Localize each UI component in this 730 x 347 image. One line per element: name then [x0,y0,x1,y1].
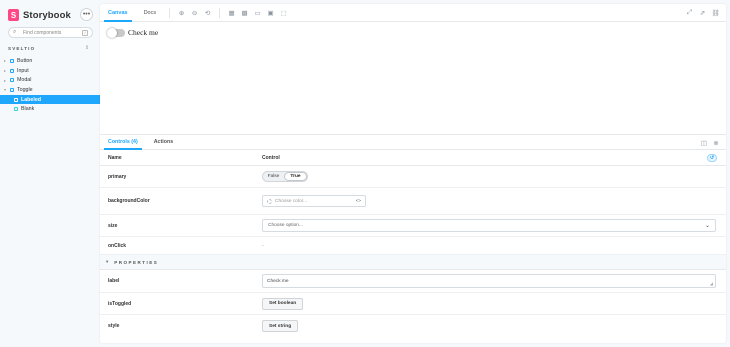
new-tab-icon[interactable]: ⇗ [698,8,708,18]
sidebar-item-button[interactable]: ▸ Button [0,56,100,66]
color-picker-input[interactable]: Choose color... <> [262,195,366,207]
sidebar-item-blank[interactable]: Blank [0,104,100,114]
toggle-knob [107,27,117,38]
toolbar-divider [169,7,171,18]
search-placeholder: Find components [23,29,62,36]
component-icon [10,58,14,63]
column-header-control: Control [262,154,280,161]
main-panel: Canvas Docs ⊕ ⊖ ⟲ ▦ ▩ ▭ ▣ ⬚ ⤢ ⇗ ⛓ Check … [100,4,726,343]
chevron-down-icon: ⌄ [704,223,710,229]
tab-controls[interactable]: Controls (4) [100,135,146,150]
story-icon [14,107,18,112]
properties-section-header[interactable]: ▾ PROPERTIES [100,255,726,270]
zoom-in-icon[interactable]: ⊕ [177,8,187,18]
control-name: label [108,278,120,284]
sidebar-item-label: Modal [17,77,32,84]
story-canvas: Check me [100,22,726,134]
story-tree: ▸ Button ▸ Input ▸ Modal ▾ Toggle Labele… [0,56,100,114]
outline-icon[interactable]: ⬚ [279,8,289,18]
shortcut-key: / [82,29,88,36]
sidebar-item-input[interactable]: ▸ Input [0,66,100,76]
tab-canvas[interactable]: Canvas [100,4,136,22]
sidebar-item-label: Blank [21,106,35,113]
column-header-name: Name [108,154,122,161]
component-icon [10,78,14,83]
table-row-size: size Choose option... ⌄ [100,215,726,237]
code-toggle-icon[interactable]: <> [356,198,361,203]
control-name: isToggled [108,300,132,307]
set-string-button[interactable]: Set string [262,320,299,332]
controls-table: Name Control ↺ primary False True backgr… [100,150,726,337]
control-name: style [108,323,120,329]
storybook-logo-icon: S [8,9,19,21]
toggle-component[interactable]: Check me [107,27,159,38]
label-text-input[interactable]: Check me ◢ [262,274,716,288]
size-select[interactable]: Choose option... ⌄ [262,219,716,232]
true-option[interactable]: True [284,172,307,181]
table-row-istoggled: isToggled Set boolean [100,293,726,315]
select-placeholder: Choose option... [268,223,303,228]
brand[interactable]: S Storybook [8,9,71,21]
close-panel-icon[interactable]: ⊗ [712,138,721,147]
section-label: SVELTIO [8,46,36,51]
image-icon[interactable]: ▣ [266,8,276,18]
control-name: primary [108,173,127,180]
viewport-icon[interactable]: ▭ [253,8,263,18]
sidebar-item-modal[interactable]: ▸ Modal [0,75,100,85]
control-value: - [262,242,264,249]
background-icon[interactable]: ▦ [227,8,237,18]
sidebar-item-label: Toggle [17,86,33,93]
toolbar-divider [219,7,221,18]
table-row-label: label Check me ◢ [100,270,726,293]
chevron-down-icon: ▾ [106,259,109,264]
toolbar-right: ⤢ ⇗ ⛓ [683,8,722,18]
control-name: size [108,222,118,229]
control-name: onClick [108,242,127,249]
panel-orientation-icon[interactable]: ◫ [700,138,709,147]
expand-collapse-icon[interactable]: ⇕ [85,45,89,51]
color-swatch-icon [267,198,272,204]
copy-link-icon[interactable]: ⛓ [711,8,721,18]
component-icon [10,87,14,92]
sidebar-item-labeled[interactable]: Labeled [0,94,100,105]
addon-tools: ◫ ⊗ [698,138,722,147]
table-row-primary: primary False True [100,166,726,188]
preview-toolbar: Canvas Docs ⊕ ⊖ ⟲ ▦ ▩ ▭ ▣ ⬚ ⤢ ⇗ ⛓ [100,4,726,22]
sidebar-item-label: Input [17,67,29,74]
resize-handle-icon[interactable]: ◢ [710,281,713,286]
toggle-label: Check me [128,28,159,37]
menu-button[interactable]: ••• [80,8,93,21]
grid-icon[interactable]: ▩ [240,8,250,18]
sidebar: S Storybook ••• ⌕ Find components / SVEL… [0,0,100,347]
sidebar-item-label: Labeled [21,96,42,103]
color-placeholder: Choose color... [275,198,307,204]
sidebar-item-label: Button [17,57,33,64]
component-icon [10,68,14,73]
table-row-onclick: onClick - [100,237,726,255]
ellipsis-icon: ••• [82,11,91,18]
primary-boolean-toggle[interactable]: False True [262,171,308,182]
zoom-out-icon[interactable]: ⊖ [190,8,200,18]
tab-docs[interactable]: Docs [136,4,165,22]
addons-tabbar: Controls (4) Actions ◫ ⊗ [100,134,726,150]
control-name: backgroundColor [108,198,150,204]
app-title: Storybook [23,9,71,21]
search-input[interactable]: ⌕ Find components / [8,27,93,38]
table-row-backgroundcolor: backgroundColor Choose color... <> [100,188,726,215]
tab-actions[interactable]: Actions [146,135,181,150]
controls-header: Name Control ↺ [100,150,726,166]
search-icon: ⌕ [13,29,17,35]
section-label: PROPERTIES [114,259,159,265]
sidebar-item-toggle[interactable]: ▾ Toggle [0,85,100,95]
set-boolean-button[interactable]: Set boolean [262,297,304,310]
reset-controls-icon[interactable]: ↺ [707,153,717,162]
fullscreen-icon[interactable]: ⤢ [685,8,695,18]
story-icon [14,97,18,102]
table-row-style: style Set string [100,315,726,337]
false-option[interactable]: False [263,172,284,181]
input-value: Check me [267,278,289,284]
zoom-reset-icon[interactable]: ⟲ [203,8,213,18]
toggle-switch[interactable] [107,27,125,38]
